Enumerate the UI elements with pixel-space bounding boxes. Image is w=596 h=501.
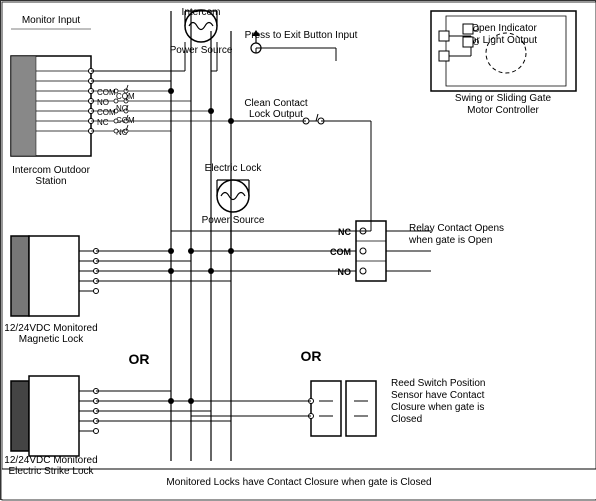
svg-text:Clean Contact: Clean Contact <box>244 98 308 109</box>
svg-text:O: O <box>473 38 479 47</box>
svg-text:Motor Controller: Motor Controller <box>467 105 539 116</box>
svg-text:Closed: Closed <box>391 414 422 425</box>
svg-text:OR: OR <box>129 351 150 367</box>
svg-text:Power Source: Power Source <box>170 45 233 56</box>
svg-text:Electric Lock: Electric Lock <box>205 163 263 174</box>
svg-text:NC: NC <box>97 118 109 127</box>
wiring-diagram: Monitor Input Intercom Outdoor Station I… <box>0 0 596 500</box>
svg-text:Swing or Sliding Gate: Swing or Sliding Gate <box>455 93 552 104</box>
svg-text:NO: NO <box>338 267 352 277</box>
svg-text:Relay Contact Opens: Relay Contact Opens <box>409 223 504 234</box>
svg-text:Sensor have Contact: Sensor have Contact <box>391 390 485 401</box>
svg-text:Power Source: Power Source <box>202 215 265 226</box>
svg-text:COM: COM <box>97 88 116 97</box>
svg-text:COM: COM <box>330 247 351 257</box>
svg-text:Closure when gate is: Closure when gate is <box>391 402 484 413</box>
svg-text:Intercom Outdoor: Intercom Outdoor <box>12 165 90 176</box>
svg-text:Magnetic Lock: Magnetic Lock <box>19 334 84 345</box>
svg-text:12/24VDC Monitored: 12/24VDC Monitored <box>4 323 97 334</box>
svg-text:Press to Exit Button Input: Press to Exit Button Input <box>245 30 358 41</box>
svg-text:O: O <box>473 25 479 34</box>
svg-text:Reed Switch Position: Reed Switch Position <box>391 378 486 389</box>
svg-text:or Light Output: or Light Output <box>471 35 537 46</box>
svg-text:NC: NC <box>338 227 351 237</box>
svg-text:Station: Station <box>35 176 66 187</box>
svg-text:Lock Output: Lock Output <box>249 109 303 120</box>
svg-text:12/24VDC Monitored: 12/24VDC Monitored <box>4 455 97 466</box>
svg-text:Intercom: Intercom <box>182 7 221 18</box>
svg-text:when gate is Open: when gate is Open <box>408 235 492 246</box>
svg-text:Open Indicator: Open Indicator <box>471 23 537 34</box>
svg-text:Electric Strike Lock: Electric Strike Lock <box>8 466 94 477</box>
svg-text:Monitored Locks have Contact C: Monitored Locks have Contact Closure whe… <box>166 477 431 488</box>
svg-text:COM: COM <box>97 108 116 117</box>
svg-text:NO: NO <box>97 98 109 107</box>
svg-text:OR: OR <box>301 348 322 364</box>
svg-text:Monitor Input: Monitor Input <box>22 15 81 26</box>
